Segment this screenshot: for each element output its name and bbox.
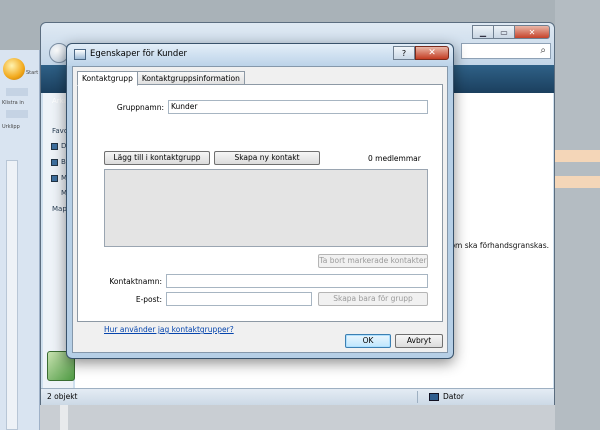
close-icon: ✕ <box>528 27 536 37</box>
vertical-ruler <box>6 160 18 430</box>
help-button[interactable]: ? <box>393 46 415 60</box>
minimize-icon: ▁ <box>479 27 487 37</box>
bg-clipboard-label: Urklipp <box>2 124 20 130</box>
member-count: 0 medlemmar <box>368 154 421 163</box>
close-button[interactable]: ✕ <box>514 25 550 39</box>
properties-dialog: Egenskaper för Kunder ? ✕ Kontaktgrupp K… <box>66 43 454 359</box>
email-field[interactable] <box>166 292 312 306</box>
contact-name-field[interactable] <box>166 274 428 288</box>
minimize-button[interactable]: ▁ <box>472 25 494 39</box>
dialog-title: Egenskaper för Kunder <box>90 49 188 59</box>
dialog-body: Kontaktgrupp Kontaktgruppsinformation Gr… <box>72 66 448 353</box>
office-logo-icon <box>3 58 25 80</box>
background-right-area <box>555 0 600 430</box>
close-icon: ✕ <box>428 48 436 58</box>
status-location: Dator <box>429 392 464 401</box>
status-item-count: 2 objekt <box>47 392 78 401</box>
tab-panel-contact-group: Gruppnamn: Kunder Lägg till i kontaktgru… <box>77 84 443 334</box>
dialog-tabs: Kontaktgrupp Kontaktgruppsinformation <box>77 71 245 86</box>
cancel-button[interactable]: Avbryt <box>395 334 443 348</box>
status-separator <box>417 391 418 403</box>
bg-tab-label: Start <box>26 70 39 76</box>
bg-paste-label: Klistra in <box>2 100 24 106</box>
dialog-close-button[interactable]: ✕ <box>415 46 449 60</box>
ok-button[interactable]: OK <box>345 334 391 348</box>
nav-folder-icon <box>51 159 58 166</box>
email-label: E-post: <box>135 295 162 304</box>
bg-ribbon-block <box>6 110 28 118</box>
contact-name-label: Kontaktnamn: <box>109 277 162 286</box>
nav-folder-icon <box>51 175 58 182</box>
preview-hint-text: om ska förhandsgranskas. <box>450 241 549 250</box>
contact-group-icon <box>74 49 86 60</box>
bg-highlight-band <box>555 176 600 188</box>
group-name-label: Gruppnamn: <box>116 103 164 112</box>
group-name-field[interactable]: Kunder <box>168 100 428 114</box>
bg-highlight-band <box>555 150 600 162</box>
search-icon: ⌕ <box>540 45 546 56</box>
computer-icon <box>429 392 439 401</box>
background-bottom-area <box>40 405 555 430</box>
explorer-statusbar: 2 objekt Dator <box>41 388 554 405</box>
tab-contact-group[interactable]: Kontaktgrupp <box>77 71 138 86</box>
window-controls: ▁ ▭ ✕ <box>472 25 550 39</box>
status-location-label: Dator <box>443 392 464 401</box>
new-contact-button[interactable]: Skapa ny kontakt <box>214 151 320 165</box>
remove-selected-button[interactable]: Ta bort markerade kontakter <box>318 254 428 268</box>
add-to-group-button[interactable]: Lägg till i kontaktgrupp <box>104 151 210 165</box>
dialog-titlebar: Egenskaper för Kunder ? ✕ <box>67 44 453 66</box>
help-link[interactable]: Hur använder jag kontaktgrupper? <box>104 325 234 334</box>
maximize-button[interactable]: ▭ <box>493 25 515 39</box>
search-input[interactable]: ⌕ <box>461 43 551 59</box>
bg-ribbon-block <box>6 88 28 96</box>
members-list[interactable] <box>104 169 428 247</box>
background-app: Start Klistra in Urklipp <box>0 50 40 430</box>
create-for-group-button[interactable]: Skapa bara för grupp <box>318 292 428 306</box>
tab-contact-group-info[interactable]: Kontaktgruppsinformation <box>136 71 245 85</box>
bg-stripe <box>60 405 68 430</box>
maximize-icon: ▭ <box>500 27 508 37</box>
nav-folder-icon <box>51 143 58 150</box>
